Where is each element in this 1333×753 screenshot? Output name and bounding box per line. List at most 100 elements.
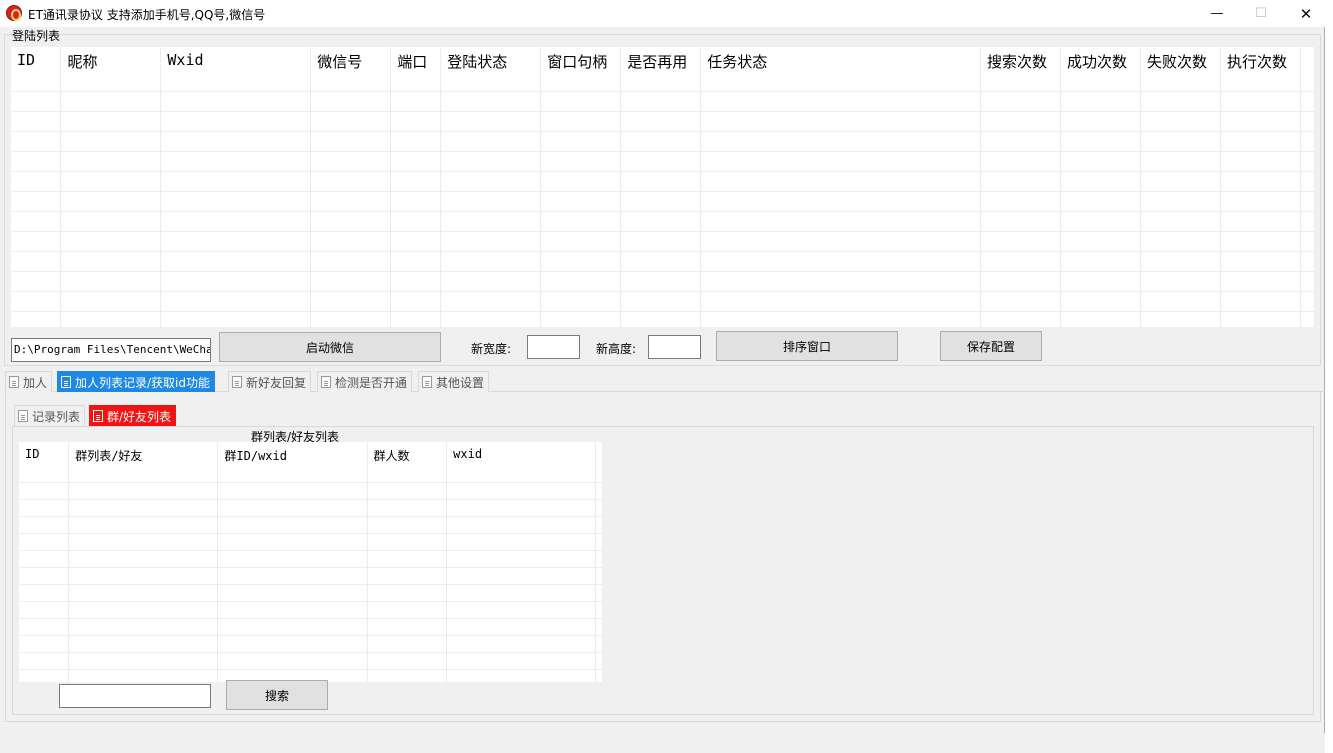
table-cell xyxy=(540,211,622,232)
maximize-button[interactable]: ☐ xyxy=(1238,0,1284,27)
table-cell xyxy=(440,151,542,172)
column-header[interactable]: 成功次数 xyxy=(1060,47,1141,92)
table-cell xyxy=(446,669,596,682)
group-list-grid[interactable]: ID 群列表/好友 群ID/wxid 群人数 wxid xyxy=(19,442,603,682)
table-row[interactable] xyxy=(11,131,1315,152)
table-row[interactable] xyxy=(11,171,1315,192)
table-cell xyxy=(595,567,603,585)
table-row[interactable] xyxy=(19,482,603,500)
column-header[interactable]: 任务状态 xyxy=(700,47,981,92)
column-header[interactable]: 窗口句柄 xyxy=(540,47,622,92)
table-row[interactable] xyxy=(19,499,603,517)
table-cell xyxy=(217,516,368,534)
table-row[interactable] xyxy=(19,652,603,670)
table-cell xyxy=(11,131,62,152)
table-cell xyxy=(446,635,596,653)
column-header[interactable]: Wxid xyxy=(160,47,312,92)
table-cell xyxy=(19,482,70,500)
table-cell xyxy=(1060,91,1141,112)
table-row[interactable] xyxy=(11,111,1315,132)
column-header[interactable]: 搜索次数 xyxy=(980,47,1061,92)
table-row[interactable] xyxy=(11,151,1315,172)
table-cell xyxy=(1140,91,1221,112)
table-cell xyxy=(11,151,62,172)
table-cell xyxy=(1220,171,1301,192)
save-config-button[interactable]: 保存配置 xyxy=(940,331,1042,361)
table-cell xyxy=(980,131,1061,152)
sort-windows-button[interactable]: 排序窗口 xyxy=(716,331,898,361)
column-header[interactable]: 群ID/wxid xyxy=(217,442,368,483)
table-cell xyxy=(68,669,219,682)
table-cell xyxy=(540,191,622,212)
table-cell xyxy=(217,567,368,585)
login-list-grid[interactable]: ID 昵称 Wxid 微信号 端口 登陆状态 窗口句柄 是否再用 任务状态 搜索… xyxy=(11,47,1315,327)
table-cell xyxy=(446,516,596,534)
column-header[interactable]: 微信号 xyxy=(310,47,392,92)
table-row[interactable] xyxy=(19,601,603,619)
search-input[interactable] xyxy=(59,684,211,708)
column-header[interactable]: 登陆状态 xyxy=(440,47,542,92)
column-header[interactable]: 失败次数 xyxy=(1140,47,1221,92)
table-cell xyxy=(367,601,448,619)
table-row[interactable] xyxy=(11,251,1315,272)
tab-new-friend-reply[interactable]: 新好友回复 xyxy=(228,371,312,392)
table-cell xyxy=(1140,231,1221,252)
table-row[interactable] xyxy=(11,311,1315,327)
tab-add-people[interactable]: 加人 xyxy=(5,371,53,392)
tab-add-list-records[interactable]: 加人列表记录/获取id功能 xyxy=(57,371,215,392)
minimize-button[interactable]: — xyxy=(1194,0,1240,27)
table-row[interactable] xyxy=(11,291,1315,312)
tab-record-list[interactable]: 记录列表 xyxy=(14,405,86,426)
table-row[interactable] xyxy=(11,271,1315,292)
table-cell xyxy=(68,618,219,636)
table-cell xyxy=(440,311,542,327)
column-header[interactable]: 执行次数 xyxy=(1220,47,1301,92)
table-cell xyxy=(980,251,1061,272)
login-list-table: ID 昵称 Wxid 微信号 端口 登陆状态 窗口句柄 是否再用 任务状态 搜索… xyxy=(11,47,1315,327)
wechat-path-input[interactable]: D:\Program Files\Tencent\WeChat xyxy=(11,338,211,362)
close-button[interactable]: ✕ xyxy=(1283,0,1329,27)
table-row[interactable] xyxy=(19,584,603,602)
table-cell xyxy=(1220,311,1301,327)
table-row[interactable] xyxy=(19,533,603,551)
column-header[interactable]: 群人数 xyxy=(367,442,448,483)
start-wechat-button[interactable]: 启动微信 xyxy=(219,332,441,362)
table-row[interactable] xyxy=(19,635,603,653)
table-row[interactable] xyxy=(11,191,1315,212)
table-cell xyxy=(540,271,622,292)
table-row[interactable] xyxy=(19,618,603,636)
new-width-input[interactable] xyxy=(527,335,580,359)
table-cell xyxy=(595,533,603,551)
tab-other-settings[interactable]: 其他设置 xyxy=(418,371,490,392)
tab-group-friend-list[interactable]: 群/好友列表 xyxy=(89,405,177,426)
column-header[interactable]: 端口 xyxy=(390,47,442,92)
column-header[interactable]: ID xyxy=(11,47,62,92)
column-header[interactable]: wxid xyxy=(446,442,596,483)
table-row[interactable] xyxy=(11,211,1315,232)
column-header[interactable]: 群列表/好友 xyxy=(68,442,219,483)
title-bar[interactable]: ET通讯录协议 支持添加手机号,QQ号,微信号 — ☐ ✕ xyxy=(0,0,1325,27)
column-header[interactable]: ID xyxy=(19,442,70,483)
column-header[interactable]: 是否再用 xyxy=(620,47,702,92)
tab-check-enabled[interactable]: 检测是否开通 xyxy=(317,371,413,392)
table-row[interactable] xyxy=(19,516,603,534)
app-logo-icon xyxy=(6,5,22,21)
table-cell xyxy=(390,311,442,327)
table-row[interactable] xyxy=(19,567,603,585)
table-cell xyxy=(1220,131,1301,152)
column-header[interactable]: 昵称 xyxy=(60,47,162,92)
table-cell xyxy=(620,151,702,172)
table-cell xyxy=(700,131,981,152)
table-cell xyxy=(700,171,981,192)
table-row[interactable] xyxy=(11,231,1315,252)
table-cell xyxy=(390,91,442,112)
search-button[interactable]: 搜索 xyxy=(226,680,328,710)
table-cell xyxy=(1140,151,1221,172)
table-cell xyxy=(19,516,70,534)
table-cell xyxy=(440,271,542,292)
new-height-input[interactable] xyxy=(648,335,701,359)
table-row[interactable] xyxy=(11,91,1315,112)
table-cell xyxy=(1060,251,1141,272)
table-cell xyxy=(980,151,1061,172)
table-row[interactable] xyxy=(19,550,603,568)
